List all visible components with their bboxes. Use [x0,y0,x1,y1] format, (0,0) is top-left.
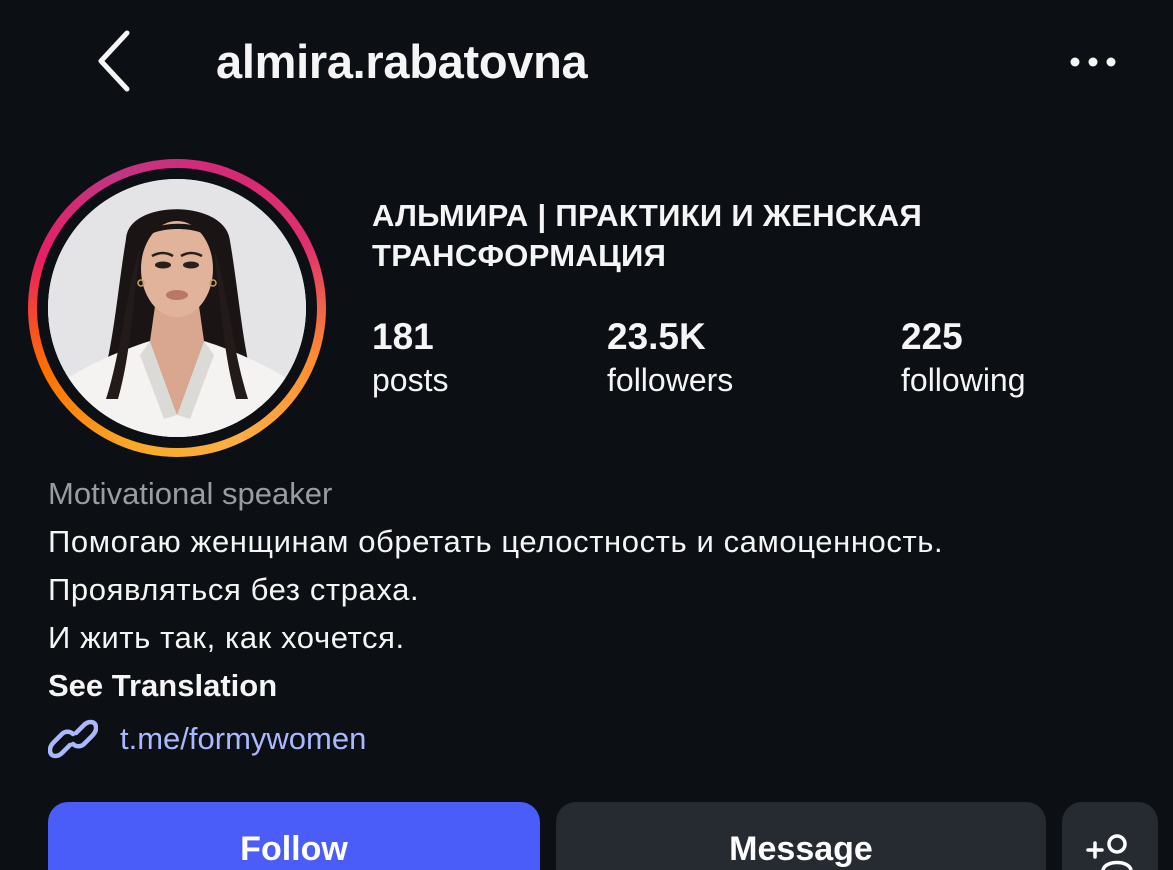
suggested-accounts-button[interactable] [1062,802,1158,870]
avatar [48,179,306,437]
stat-followers[interactable]: 23.5K followers [607,316,733,402]
posts-label: posts [372,362,449,398]
profile-category: Motivational speaker [48,476,333,511]
message-button[interactable]: Message [556,802,1046,870]
display-name: АЛЬМИРА | ПРАКТИКИ И ЖЕНСКАЯ ТРАНСФОРМАЦ… [372,198,923,273]
profile-link[interactable]: t.me/formywomen [48,716,366,762]
profile-page: almira.rabatovna АЛЬМИРА | ПРАКТИКИ И ЖЕ… [0,0,1173,870]
followers-count: 23.5K [607,316,706,357]
more-horizontal-icon [1070,57,1116,67]
following-count: 225 [901,316,963,357]
link-icon [48,719,98,759]
see-translation-link[interactable]: See Translation [48,668,277,704]
profile-username: almira.rabatovna [216,35,588,88]
story-ring[interactable] [28,159,326,457]
stat-posts[interactable]: 181 posts [372,316,448,402]
profile-photo [48,179,306,437]
follow-label: Follow [240,830,348,868]
bio-line: Помогаю женщинам обретать целостность и … [48,524,944,559]
message-label: Message [729,830,873,868]
following-label: following [901,362,1026,398]
more-options-button[interactable] [1060,40,1126,84]
posts-count: 181 [372,316,434,357]
chevron-left-icon [98,30,130,92]
stat-following[interactable]: 225 following [901,316,1026,402]
add-person-icon [1086,834,1133,870]
link-text: t.me/formywomen [120,721,367,756]
bio-line: И жить так, как хочется. [48,620,405,655]
back-button[interactable] [88,28,142,94]
follow-button[interactable]: Follow [48,802,540,870]
followers-label: followers [607,362,734,398]
bio-line: Проявляться без страха. [48,572,420,607]
